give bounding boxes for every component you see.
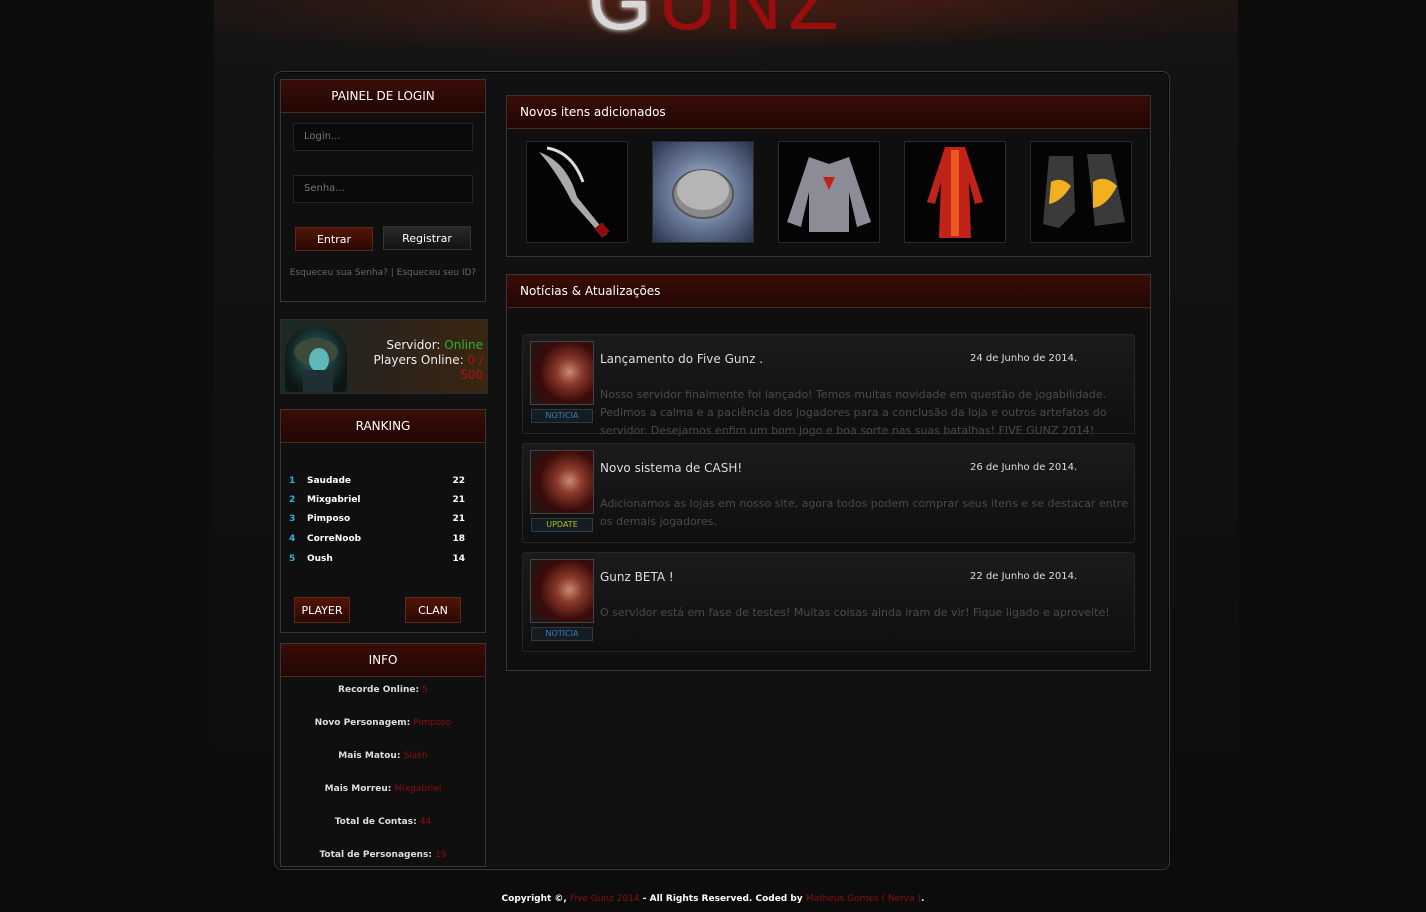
news-entry[interactable]: UPDATE Novo sistema de CASH! 26 de Junho… xyxy=(522,443,1135,543)
news-tag: NOTICIA xyxy=(531,627,593,641)
forgot-password-link[interactable]: Esqueceu sua Senha? xyxy=(290,268,388,278)
coin-icon xyxy=(672,169,734,219)
server-label: Servidor: xyxy=(386,338,441,352)
footer-end: . xyxy=(921,894,925,904)
footer: Copyright ©, Five Gunz 2014 - All Rights… xyxy=(0,894,1426,904)
news-entry-body: Adicionamos as lojas em nosso site, agor… xyxy=(600,497,1128,528)
info-panel: INFO Recorde Online: 5 Novo Personagem: … xyxy=(280,643,486,867)
players-online-count: 0 / 500 xyxy=(460,353,483,382)
info-row: Mais Morreu: Mixgabriel xyxy=(324,784,442,794)
jacket-icon xyxy=(787,157,871,232)
coin-item[interactable] xyxy=(652,141,754,243)
login-panel: PAINEL DE LOGIN Entrar Registrar Esquece… xyxy=(280,79,486,302)
rank-player-name: Oush xyxy=(307,554,333,564)
info-value: Slash xyxy=(403,751,428,761)
rank-player-name: Saudade xyxy=(307,476,352,486)
footer-rights: - All Rights Reserved. Coded by xyxy=(642,894,803,904)
footer-copyright: Copyright ©, xyxy=(501,894,567,904)
rank-position: 1 xyxy=(289,476,296,486)
scythe-icon xyxy=(539,146,610,238)
info-row: Total de Personagens: 19 xyxy=(319,850,447,860)
players-label: Players Online: xyxy=(373,353,464,367)
info-row: Mais Matou: Slash xyxy=(338,751,428,761)
jacket-item[interactable] xyxy=(778,141,880,243)
news-avatar xyxy=(530,341,594,405)
news-entry-body: O servidor está em fase de testes! Muita… xyxy=(600,606,1110,619)
server-character-image xyxy=(285,326,347,392)
red-coat-item[interactable] xyxy=(904,141,1006,243)
ranking-row[interactable]: 4 CorreNoob 18 xyxy=(289,534,465,550)
server-status-box: Servidor: Online Players Online: 0 / 500 xyxy=(280,319,488,394)
news-entry-date: 26 de Junho de 2014. xyxy=(970,462,1078,473)
news-entry[interactable]: NOTICIA Gunz BETA ! 22 de Junho de 2014.… xyxy=(522,552,1135,652)
news-tag: UPDATE xyxy=(531,518,593,532)
info-value: Mixgabriel xyxy=(394,784,442,794)
news-entry-date: 24 de Junho de 2014. xyxy=(970,353,1078,364)
rank-points: 14 xyxy=(452,554,465,564)
new-items-title: Novos itens adicionados xyxy=(507,96,1150,129)
info-value: 44 xyxy=(419,817,432,827)
forgot-id-link[interactable]: Esqueceu seu ID? xyxy=(397,268,477,278)
rank-points: 21 xyxy=(452,514,465,524)
character-illustration xyxy=(294,338,338,392)
news-avatar xyxy=(530,559,594,623)
login-panel-title: PAINEL DE LOGIN xyxy=(281,80,485,113)
scythe-item[interactable] xyxy=(526,141,628,243)
rank-player-name: Mixgabriel xyxy=(307,495,361,505)
rank-position: 4 xyxy=(289,534,296,544)
ranking-row[interactable]: 5 Oush 14 xyxy=(289,554,465,570)
login-input[interactable] xyxy=(293,123,473,151)
ranking-row[interactable]: 1 Saudade 22 xyxy=(289,476,465,492)
rank-points: 22 xyxy=(452,476,465,486)
boots-item[interactable] xyxy=(1030,141,1132,243)
rank-points: 21 xyxy=(452,495,465,505)
info-value: 19 xyxy=(435,850,447,860)
info-value: Pimposo xyxy=(413,718,452,728)
info-row: Total de Contas: 44 xyxy=(334,817,432,827)
info-row: Recorde Online: 5 xyxy=(338,685,428,695)
news-avatar xyxy=(530,450,594,514)
news-title: Notícias & Atualizações xyxy=(507,275,1150,308)
news-panel: Notícias & Atualizações NOTICIA Lançamen… xyxy=(506,274,1151,671)
info-title: INFO xyxy=(281,644,485,677)
boots-icon xyxy=(1043,154,1125,228)
site-logo[interactable]: GUNZ xyxy=(588,0,844,43)
rank-position: 3 xyxy=(289,514,296,524)
register-button[interactable]: Registrar xyxy=(383,226,471,250)
footer-author-link[interactable]: Matheus Gomes ( Nerva ) xyxy=(806,894,921,904)
new-items-panel: Novos itens adicionados xyxy=(506,95,1151,257)
rank-position: 2 xyxy=(289,495,296,505)
rank-player-name: Pimposo xyxy=(307,514,351,524)
ranking-row[interactable]: 3 Pimposo 21 xyxy=(289,514,465,530)
footer-site-link[interactable]: Five Gunz 2014 xyxy=(570,894,640,904)
forgot-links: Esqueceu sua Senha? | Esqueceu seu ID? xyxy=(281,268,485,278)
coat-icon xyxy=(927,147,983,238)
rank-points: 18 xyxy=(452,534,465,544)
news-entry-date: 22 de Junho de 2014. xyxy=(970,571,1078,582)
rank-player-name: CorreNoob xyxy=(307,534,362,544)
enter-button[interactable]: Entrar xyxy=(295,227,373,251)
news-entry-title[interactable]: Gunz BETA ! xyxy=(600,570,674,584)
news-entry[interactable]: NOTICIA Lançamento do Five Gunz . 24 de … xyxy=(522,334,1135,437)
forgot-separator: | xyxy=(390,268,394,278)
ranking-panel: RANKING 1 Saudade 22 2 Mixgabriel 21 3 P… xyxy=(280,409,486,633)
news-entry-body: Nosso servidor finalmente foi lançado! T… xyxy=(600,388,1107,437)
server-status-text: Servidor: Online Players Online: 0 / 500 xyxy=(353,338,484,383)
rank-position: 5 xyxy=(289,554,296,564)
ranking-player-button[interactable]: PLAYER xyxy=(294,597,350,623)
ranking-row[interactable]: 2 Mixgabriel 21 xyxy=(289,495,465,511)
password-input[interactable] xyxy=(293,175,473,203)
server-status: Online xyxy=(444,338,483,352)
info-value: 5 xyxy=(422,685,428,695)
news-entry-title[interactable]: Lançamento do Five Gunz . xyxy=(600,352,763,366)
info-row: Novo Personagem: Pimposo xyxy=(314,718,452,728)
ranking-clan-button[interactable]: CLAN xyxy=(405,597,461,623)
news-entry-title[interactable]: Novo sistema de CASH! xyxy=(600,461,742,475)
ranking-title: RANKING xyxy=(281,410,485,443)
news-tag: NOTICIA xyxy=(531,409,593,423)
